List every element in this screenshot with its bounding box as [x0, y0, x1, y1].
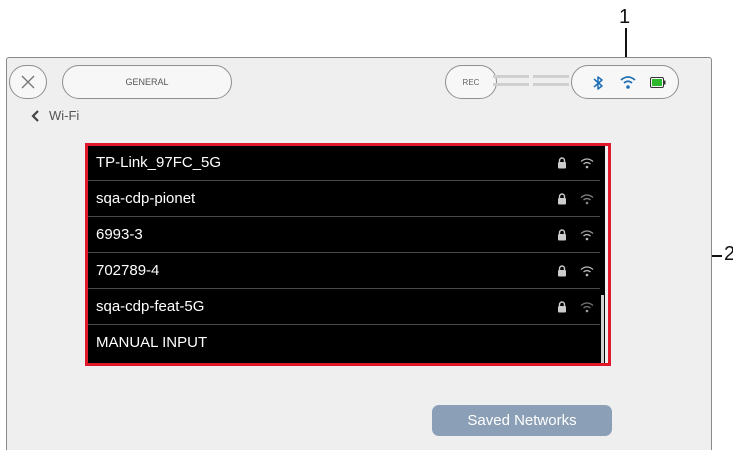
network-list[interactable]: TP-Link_97FC_5G sqa-cdp-pionet 6993-3 70… — [86, 145, 605, 364]
lock-icon — [558, 157, 566, 169]
chevron-left-icon — [31, 109, 39, 122]
status-indicators[interactable] — [571, 65, 679, 99]
lock-icon — [558, 265, 566, 277]
network-name: sqa-cdp-feat-5G — [96, 298, 205, 315]
device-screen: GENERAL REC Wi-Fi TP-Link_97FC_5G sqa-cd… — [6, 57, 712, 450]
network-row[interactable]: sqa-cdp-feat-5G — [86, 290, 600, 325]
wifi-signal-icon — [580, 158, 594, 169]
level-meter — [493, 75, 569, 89]
back-to-wifi[interactable]: Wi-Fi — [29, 108, 79, 123]
wifi-signal-icon — [580, 230, 594, 241]
callout-number-2: 2 — [724, 243, 733, 265]
wifi-icon — [620, 76, 636, 89]
callout-number-1: 1 — [619, 6, 631, 28]
network-row[interactable]: 6993-3 — [86, 218, 600, 253]
manual-input-row[interactable]: MANUAL INPUT — [86, 326, 600, 361]
network-name: 6993-3 — [96, 226, 143, 243]
tab-general[interactable]: GENERAL — [62, 65, 232, 99]
bluetooth-icon — [593, 76, 603, 90]
wifi-signal-icon — [580, 266, 594, 277]
lock-icon — [558, 193, 566, 205]
wifi-signal-icon — [580, 302, 594, 313]
network-row[interactable]: TP-Link_97FC_5G — [86, 146, 600, 181]
scrollbar-thumb[interactable] — [601, 295, 604, 363]
lock-icon — [558, 229, 566, 241]
network-name: 702789-4 — [96, 262, 160, 279]
network-name: sqa-cdp-pionet — [96, 190, 196, 207]
breadcrumb-label: Wi-Fi — [49, 108, 80, 123]
saved-networks-button[interactable]: Saved Networks — [432, 405, 612, 436]
network-row[interactable]: sqa-cdp-pionet — [86, 182, 600, 217]
battery-icon — [650, 77, 666, 88]
close-button[interactable] — [9, 65, 47, 99]
lock-icon — [558, 301, 566, 313]
rec-button[interactable]: REC — [445, 65, 497, 99]
network-row[interactable]: 702789-4 — [86, 254, 600, 289]
network-name: TP-Link_97FC_5G — [96, 154, 222, 171]
close-icon — [21, 75, 35, 89]
wifi-signal-icon — [580, 194, 594, 205]
manual-input-label: MANUAL INPUT — [96, 334, 208, 351]
